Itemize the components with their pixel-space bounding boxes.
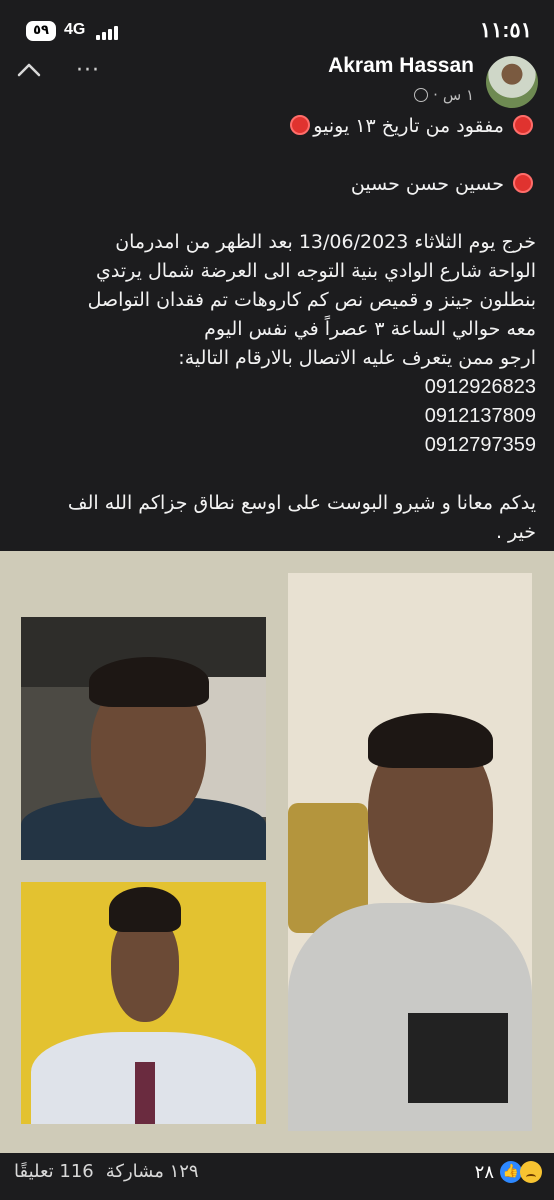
clock: ١١:٥١ (479, 19, 532, 42)
post-line: بنطلون جينز و قميص نص كم كاروهات تم فقدا… (87, 289, 536, 311)
signal-icon (96, 26, 120, 40)
comments-count[interactable]: 116 تعليقًا (14, 1161, 94, 1182)
phone-number-link[interactable]: 0912137809 (20, 402, 536, 431)
stop-sign-icon (513, 115, 533, 135)
shares-count[interactable]: ١٢٩ مشاركة (106, 1161, 199, 1182)
like-icon: 👍 (500, 1161, 522, 1183)
avatar[interactable] (486, 56, 538, 108)
status-bar: ٥٩ 4G ١١:٥١ (0, 0, 554, 60)
collapse-chevron-icon[interactable] (16, 62, 42, 78)
phone-number-link[interactable]: 0912926823 (20, 373, 536, 402)
photo-collage[interactable] (0, 551, 554, 1153)
phone-number-link[interactable]: 0912797359 (20, 431, 536, 460)
reaction-summary[interactable]: ٢٨ 👍 (475, 1161, 542, 1183)
meta-separator: · (433, 86, 438, 104)
photo-portrait[interactable] (288, 573, 532, 1131)
missing-person-name: حسين حسن حسين (350, 173, 504, 195)
post-line-name: حسين حسن حسين (20, 170, 536, 199)
post-line: معه حوالي الساعة ٣ عصراً في نفس اليوم (204, 318, 536, 340)
post-line: الواحة شارع الوادي بنية التوجه الى العرض… (96, 260, 536, 282)
post-line: ارجو ممن يتعرف عليه الاتصال بالارقام الت… (178, 347, 536, 369)
post-line: خير . (495, 521, 536, 543)
stop-sign-icon (513, 173, 533, 193)
author-name[interactable]: Akram Hassan (328, 54, 474, 78)
reaction-count: ٢٨ (474, 1161, 494, 1183)
network-label: 4G (64, 21, 86, 38)
post-line-title: مفقود من تاريخ ١٣ يونيو (20, 112, 536, 141)
photo-car-selfie[interactable] (21, 617, 266, 860)
post-body: مفقود من تاريخ ١٣ يونيو حسين حسن حسين خر… (20, 112, 536, 547)
post-time: ١ س (442, 86, 474, 104)
battery-icon: ٥٩ (26, 21, 56, 41)
reactions-bar: ١٢٩ مشاركة 116 تعليقًا ٢٨ 👍 (0, 1153, 554, 1200)
stop-sign-icon (290, 115, 311, 135)
sad-icon (520, 1161, 542, 1183)
globe-icon (414, 88, 429, 102)
post-line: خرج يوم الثلاثاء 13/06/2023 بعد الظهر من… (115, 231, 536, 253)
more-options-icon[interactable]: ··· (76, 58, 100, 83)
post-line: يدكم معانا و شيرو البوست على اوسع نطاق ج… (67, 492, 536, 514)
engagement-stats: ١٢٩ مشاركة 116 تعليقًا (14, 1161, 199, 1182)
photo-formal[interactable] (21, 882, 266, 1124)
post-meta: ١ س · (414, 86, 474, 104)
missing-since-text: مفقود من تاريخ ١٣ يونيو (313, 115, 504, 137)
